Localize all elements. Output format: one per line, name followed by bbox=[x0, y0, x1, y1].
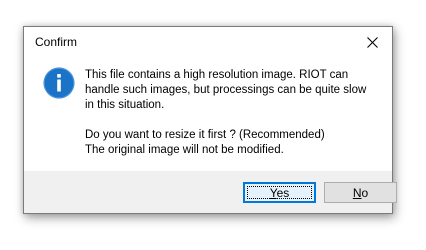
yes-button[interactable]: Yes bbox=[243, 182, 316, 203]
message-line: The original image will not be modified. bbox=[85, 144, 284, 156]
message-line: Do you want to resize it first ? (Recomm… bbox=[85, 129, 325, 141]
focus-rectangle bbox=[247, 186, 312, 199]
info-icon bbox=[43, 67, 75, 99]
dialog-message: This file contains a high resolution ima… bbox=[85, 68, 385, 158]
close-icon bbox=[366, 36, 378, 48]
button-bar: Yes No bbox=[24, 171, 397, 213]
message-line: This file contains a high resolution ima… bbox=[85, 69, 349, 81]
no-button-label: No bbox=[352, 185, 369, 200]
title-bar[interactable]: Confirm bbox=[24, 27, 392, 57]
confirm-dialog: Confirm This file contains a high resolu… bbox=[23, 26, 397, 214]
message-line: in this situation. bbox=[85, 99, 165, 111]
close-button[interactable] bbox=[352, 27, 392, 57]
dialog-title: Confirm bbox=[35, 35, 78, 49]
no-button[interactable]: No bbox=[324, 182, 397, 203]
message-line: handle such images, but processings can … bbox=[85, 84, 367, 96]
